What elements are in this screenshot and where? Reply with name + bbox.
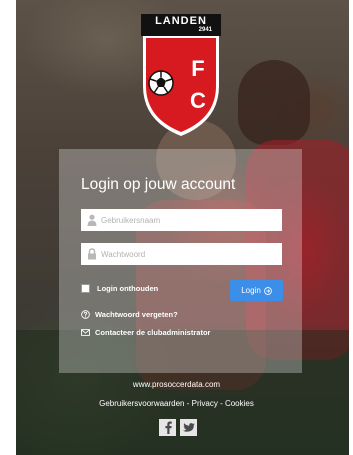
remember-label: Login onthouden bbox=[97, 284, 159, 293]
terms-link[interactable]: Gebruikersvoorwaarden bbox=[99, 399, 184, 408]
privacy-link[interactable]: Privacy bbox=[192, 399, 218, 408]
forgot-password-link[interactable]: Wachtwoord vergeten? bbox=[81, 310, 178, 319]
login-button-label: Login bbox=[241, 286, 261, 295]
twitter-icon bbox=[182, 422, 195, 432]
club-shield: F C bbox=[143, 36, 219, 136]
lock-icon bbox=[88, 248, 96, 260]
logo-letter-f: F bbox=[191, 56, 204, 81]
arrow-circle-right-icon bbox=[263, 286, 272, 295]
page-title: Login op jouw account bbox=[81, 176, 236, 193]
facebook-button[interactable] bbox=[159, 419, 176, 436]
contact-admin-link[interactable]: Contacteer de clubadministrator bbox=[81, 328, 210, 337]
login-panel: Login op jouw account Login onthouden Lo… bbox=[59, 149, 302, 373]
facebook-icon bbox=[164, 421, 172, 434]
remember-me[interactable]: Login onthouden bbox=[81, 284, 158, 293]
background-figure bbox=[238, 60, 310, 145]
twitter-button[interactable] bbox=[180, 419, 197, 436]
password-field[interactable] bbox=[81, 243, 282, 265]
footer-website-link[interactable]: www.prosoccerdata.com bbox=[0, 380, 353, 389]
forgot-password-label: Wachtwoord vergeten? bbox=[95, 310, 178, 319]
logo-letter-c: C bbox=[190, 88, 206, 113]
user-icon bbox=[87, 214, 97, 226]
logo-banner: LANDEN 2941 bbox=[141, 14, 221, 36]
footer-separator: - bbox=[217, 399, 225, 408]
username-field[interactable] bbox=[81, 209, 282, 231]
cookies-link[interactable]: Cookies bbox=[225, 399, 254, 408]
envelope-icon bbox=[81, 329, 90, 336]
footer-links: Gebruikersvoorwaarden - Privacy - Cookie… bbox=[0, 399, 353, 408]
club-year: 2941 bbox=[198, 27, 212, 33]
password-input[interactable] bbox=[101, 243, 277, 265]
question-circle-icon bbox=[81, 310, 90, 319]
footer-separator: - bbox=[184, 399, 192, 408]
login-button[interactable]: Login bbox=[230, 280, 283, 301]
club-logo: LANDEN 2941 F C bbox=[141, 14, 221, 136]
contact-admin-label: Contacteer de clubadministrator bbox=[95, 328, 211, 337]
username-input[interactable] bbox=[101, 209, 277, 231]
remember-checkbox[interactable] bbox=[81, 284, 90, 293]
